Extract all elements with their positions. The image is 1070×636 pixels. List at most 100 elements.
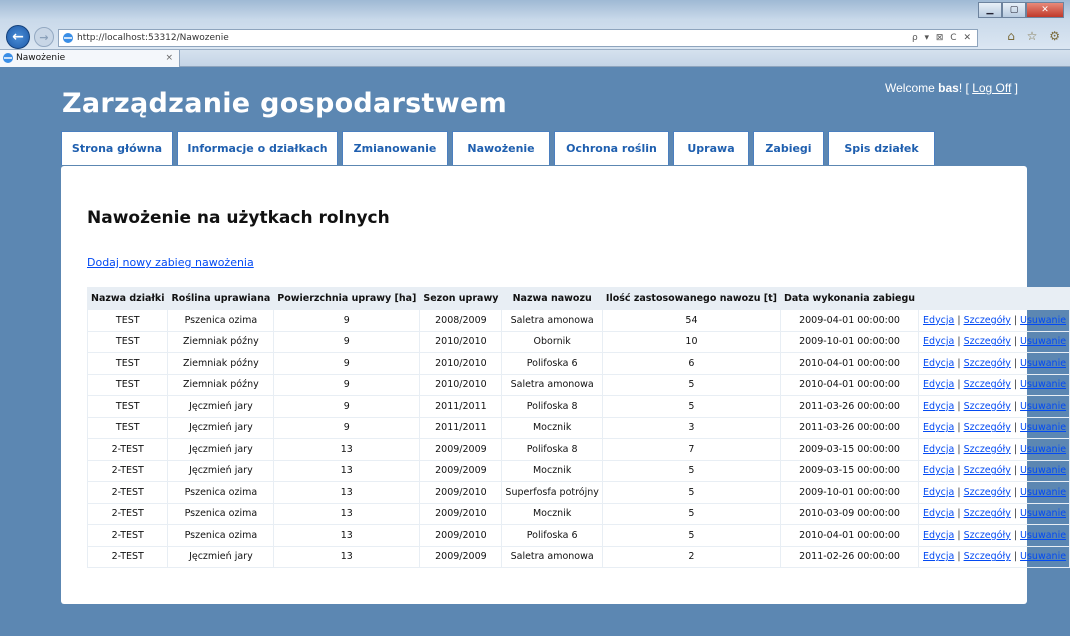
menu-item-informacje[interactable]: Informacje o działkach <box>177 131 338 165</box>
browser-tab[interactable]: Nawożenie × <box>0 50 180 67</box>
table-cell: 2011/2011 <box>419 395 503 418</box>
table-cell: 5 <box>601 502 782 525</box>
table-cell: 5 <box>601 459 782 482</box>
table-cell: 2009/2010 <box>419 524 503 547</box>
menu-label: Ochrona roślin <box>566 142 657 155</box>
delete-link[interactable]: Usuwanie <box>1020 444 1066 455</box>
tab-close-icon[interactable]: × <box>165 50 173 66</box>
delete-link[interactable]: Usuwanie <box>1020 508 1066 519</box>
table-cell: 2011-03-26 00:00:00 <box>779 395 920 418</box>
delete-link[interactable]: Usuwanie <box>1020 315 1066 326</box>
details-link[interactable]: Szczegóły <box>964 315 1011 326</box>
col-header: Data wykonania zabiegu <box>779 287 920 310</box>
delete-link[interactable]: Usuwanie <box>1020 530 1066 541</box>
details-link[interactable]: Szczegóły <box>964 422 1011 433</box>
table-cell: 2 <box>601 545 782 568</box>
arrow-left-icon: ← <box>12 29 24 45</box>
delete-link[interactable]: Usuwanie <box>1020 551 1066 562</box>
maximize-button[interactable]: ▢ <box>1002 2 1026 18</box>
delete-link[interactable]: Usuwanie <box>1020 487 1066 498</box>
table-cell: 2-TEST <box>86 545 169 568</box>
edit-link[interactable]: Edycja <box>923 465 954 476</box>
menu-item-strona-glowna[interactable]: Strona główna <box>61 131 173 165</box>
col-header: Sezon uprawy <box>419 287 503 310</box>
home-favorites-settings-icons[interactable]: ⌂ ☆ ⚙ <box>1007 29 1064 43</box>
edit-link[interactable]: Edycja <box>923 422 954 433</box>
menu-item-nawozenie[interactable]: Nawożenie <box>452 131 550 165</box>
edit-link[interactable]: Edycja <box>923 336 954 347</box>
table-cell: 2011-02-26 00:00:00 <box>779 545 920 568</box>
table-cell: 2010/2010 <box>419 352 503 375</box>
edit-link[interactable]: Edycja <box>923 551 954 562</box>
table-cell: 9 <box>273 373 421 396</box>
details-link[interactable]: Szczegóły <box>964 444 1011 455</box>
table-cell: 5 <box>601 481 782 504</box>
table-cell: 2009-03-15 00:00:00 <box>779 459 920 482</box>
table-cell: Pszenica ozima <box>167 524 275 547</box>
details-link[interactable]: Szczegóły <box>964 358 1011 369</box>
edit-link[interactable]: Edycja <box>923 315 954 326</box>
details-link[interactable]: Szczegóły <box>964 401 1011 412</box>
fertilization-table: Nazwa działki Roślina uprawiana Powierzc… <box>86 287 1070 568</box>
ie-tab-icon <box>3 53 13 63</box>
table-cell: 13 <box>273 438 421 461</box>
details-link[interactable]: Szczegóły <box>964 465 1011 476</box>
col-header: Nazwa działki <box>86 287 169 310</box>
separator: | <box>957 443 961 455</box>
welcome-prefix: Welcome <box>885 81 939 95</box>
details-link[interactable]: Szczegóły <box>964 336 1011 347</box>
address-bar[interactable]: http://localhost:53312/Nawozenie ρ ▾ ⊠ C… <box>58 29 978 47</box>
table-cell: Mocznik <box>501 459 603 482</box>
edit-link[interactable]: Edycja <box>923 401 954 412</box>
delete-link[interactable]: Usuwanie <box>1020 358 1066 369</box>
edit-link[interactable]: Edycja <box>923 444 954 455</box>
table-cell: 5 <box>601 373 782 396</box>
menu-label: Zabiegi <box>765 142 812 155</box>
table-cell: 13 <box>273 545 421 568</box>
delete-link[interactable]: Usuwanie <box>1020 379 1066 390</box>
menu-item-ochrona-roslin[interactable]: Ochrona roślin <box>554 131 669 165</box>
close-window-button[interactable]: ✕ <box>1026 2 1064 18</box>
delete-link[interactable]: Usuwanie <box>1020 465 1066 476</box>
forward-button[interactable]: → <box>34 27 54 47</box>
separator: | <box>1013 529 1018 541</box>
col-header: Ilość zastosowanego nawozu [t] <box>601 287 782 310</box>
minimize-button[interactable]: ▁ <box>978 2 1002 18</box>
table-cell: Superfosfa potrójny <box>501 481 603 504</box>
table-cell: Pszenica ozima <box>167 309 275 332</box>
arrow-right-icon: → <box>39 30 49 44</box>
delete-link[interactable]: Usuwanie <box>1020 401 1066 412</box>
menu-item-zmianowanie[interactable]: Zmianowanie <box>342 131 448 165</box>
log-off-link[interactable]: Log Off <box>972 81 1011 95</box>
address-tools-icons[interactable]: ρ ▾ ⊠ C ✕ <box>912 30 973 46</box>
table-row: TEST Pszenica ozima 9 2008/2009 Saletra amon… <box>86 309 1070 332</box>
table-row: 2-TEST Pszenica ozima 13 2009/2010 Mocznik 5 2… <box>86 502 1070 525</box>
edit-link[interactable]: Edycja <box>923 379 954 390</box>
table-cell: TEST <box>86 309 169 332</box>
table-row: 2-TEST Jęczmień jary 13 2009/2009 Mocznik 5 20… <box>86 459 1070 482</box>
menu-item-zabiegi[interactable]: Zabiegi <box>753 131 824 165</box>
menu-item-uprawa[interactable]: Uprawa <box>673 131 749 165</box>
table-cell: 2009-10-01 00:00:00 <box>779 330 920 353</box>
edit-link[interactable]: Edycja <box>923 358 954 369</box>
details-link[interactable]: Szczegóły <box>964 487 1011 498</box>
details-link[interactable]: Szczegóły <box>964 508 1011 519</box>
menu-item-spis-dzialek[interactable]: Spis działek <box>828 131 935 165</box>
ie-page-icon <box>63 33 73 43</box>
details-link[interactable]: Szczegóły <box>964 379 1011 390</box>
back-button[interactable]: ← <box>6 25 30 49</box>
table-cell: Ziemniak późny <box>167 330 275 353</box>
edit-link[interactable]: Edycja <box>923 487 954 498</box>
tab-title: Nawożenie <box>16 53 66 63</box>
row-actions: Edycja | Szczegóły | Usuwanie <box>918 330 1070 353</box>
edit-link[interactable]: Edycja <box>923 508 954 519</box>
table-row: TEST Ziemniak późny 9 2010/2010 Polifoska 66… <box>86 352 1070 375</box>
separator: | <box>957 379 961 391</box>
delete-link[interactable]: Usuwanie <box>1020 422 1066 433</box>
details-link[interactable]: Szczegóły <box>964 551 1011 562</box>
delete-link[interactable]: Usuwanie <box>1020 336 1066 347</box>
row-actions: Edycja | Szczegóły | Usuwanie <box>918 352 1070 375</box>
add-fertilization-link[interactable]: Dodaj nowy zabieg nawożenia <box>87 256 254 269</box>
edit-link[interactable]: Edycja <box>923 530 954 541</box>
details-link[interactable]: Szczegóły <box>964 530 1011 541</box>
